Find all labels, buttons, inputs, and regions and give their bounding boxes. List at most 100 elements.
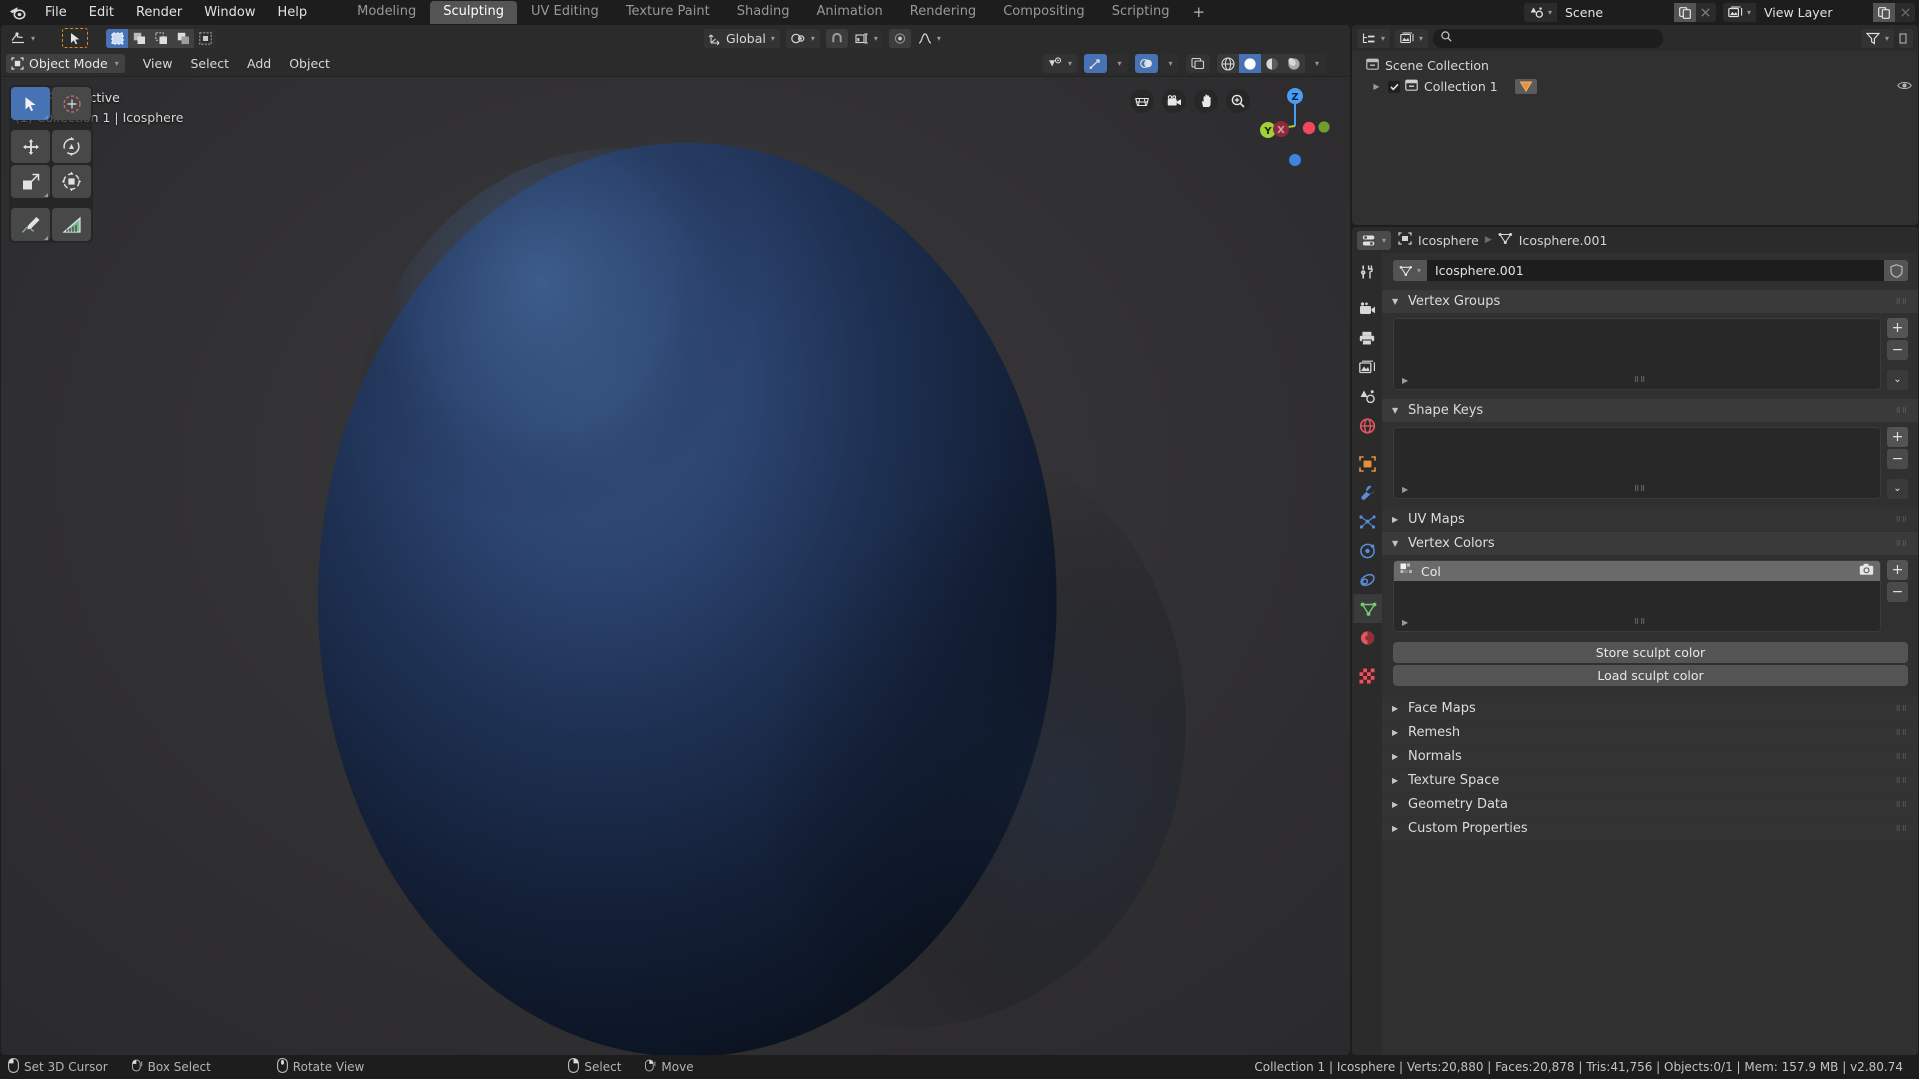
texture-tab[interactable] — [1352, 661, 1382, 690]
blender-logo-icon[interactable] — [0, 5, 34, 20]
vertex-groups-list[interactable]: ▶ ⠿⠿ — [1393, 318, 1881, 390]
list-footer[interactable]: ▶ ⠿⠿ — [1394, 480, 1880, 498]
shape-keys-list[interactable]: ▶ ⠿⠿ — [1393, 427, 1881, 499]
outliner-row-scene-collection[interactable]: Scene Collection — [1352, 55, 1918, 76]
load-sculpt-color-button[interactable]: Load sculpt color — [1393, 665, 1908, 686]
3d-viewport-canvas[interactable]: User Perspective (1) Collection 1 | Icos… — [1, 77, 1350, 1055]
panel-header-normals[interactable]: ▶ Normals ⠿⠿ — [1382, 745, 1918, 768]
mesh-data-triangle-icon[interactable] — [1498, 232, 1513, 248]
remove-vertex-color-button[interactable]: − — [1887, 582, 1908, 602]
data-tab[interactable] — [1352, 594, 1382, 623]
view-layer-icon[interactable]: ▾ — [1395, 28, 1429, 48]
mesh-data-icon[interactable] — [1514, 79, 1537, 94]
shading-rendered-icon[interactable] — [1283, 54, 1305, 73]
menu-window[interactable]: Window — [193, 2, 266, 23]
menu-help[interactable]: Help — [267, 2, 319, 23]
add-vertex-color-button[interactable]: + — [1887, 560, 1908, 580]
list-grip-icon[interactable]: ⠿⠿ — [1634, 376, 1646, 384]
viewport-menu-add[interactable]: Add — [239, 54, 279, 73]
tab-rendering[interactable]: Rendering — [897, 1, 989, 24]
remove-vertex-group-button[interactable]: − — [1887, 340, 1908, 360]
tab-animation[interactable]: Animation — [804, 1, 896, 24]
object-tab[interactable] — [1352, 449, 1382, 478]
tab-sculpting[interactable]: Sculpting — [430, 1, 517, 24]
pivot-point-dropdown[interactable]: ▾ — [785, 28, 820, 48]
menu-file[interactable]: File — [34, 2, 78, 23]
panel-header-face-maps[interactable]: ▶ Face Maps ⠿⠿ — [1382, 697, 1918, 720]
interaction-mode-dropdown[interactable]: Object Mode ▾ — [6, 54, 125, 73]
output-tab[interactable] — [1352, 324, 1382, 353]
view-layer-tab[interactable] — [1352, 353, 1382, 382]
filter-icon[interactable]: ▾ — [1860, 28, 1894, 48]
select-subtract-icon[interactable] — [150, 28, 173, 48]
move-view-icon[interactable] — [1194, 89, 1218, 113]
store-sculpt-color-button[interactable]: Store sculpt color — [1393, 642, 1908, 663]
panel-header-vertex-groups[interactable]: ▼ Vertex Groups ⠿⠿ — [1382, 290, 1918, 313]
panel-header-geometry-data[interactable]: ▶ Geometry Data ⠿⠿ — [1382, 793, 1918, 816]
modifiers-tab[interactable] — [1352, 478, 1382, 507]
close-icon[interactable] — [1695, 3, 1716, 22]
shape-key-specials-button[interactable]: ⌄ — [1887, 479, 1908, 499]
select-invert-icon[interactable] — [172, 28, 195, 48]
vertex-color-list-item[interactable]: Col — [1394, 561, 1880, 581]
list-footer[interactable]: ▶ ⠿⠿ — [1394, 613, 1880, 631]
select-circle-tool[interactable] — [52, 87, 91, 120]
object-icon[interactable] — [1398, 232, 1412, 248]
shading-material-icon[interactable] — [1261, 54, 1283, 73]
close-icon[interactable] — [1895, 3, 1915, 22]
list-expand-icon[interactable]: ▶ — [1402, 618, 1408, 627]
outliner-search-box[interactable] — [1433, 28, 1664, 48]
collection-checkbox[interactable] — [1388, 80, 1400, 93]
view-layer-name[interactable]: View Layer — [1755, 3, 1873, 22]
list-expand-icon[interactable]: ▶ — [1402, 485, 1408, 494]
panel-header-custom-properties[interactable]: ▶ Custom Properties ⠿⠿ — [1382, 817, 1918, 840]
menu-edit[interactable]: Edit — [78, 2, 125, 23]
tab-uv-editing[interactable]: UV Editing — [518, 1, 612, 24]
panel-header-shape-keys[interactable]: ▼ Shape Keys ⠿⠿ — [1382, 399, 1918, 422]
panel-header-texture-space[interactable]: ▶ Texture Space ⠿⠿ — [1382, 769, 1918, 792]
duplicate-icon[interactable] — [1873, 3, 1895, 22]
outliner-more-icon[interactable] — [1899, 28, 1913, 48]
view-axis-gizmo[interactable]: Z Y X — [1254, 85, 1336, 167]
snap-increment-icon[interactable]: ▾ — [849, 28, 883, 48]
physics-tab[interactable] — [1352, 536, 1382, 565]
particles-tab[interactable] — [1352, 507, 1382, 536]
tweak-tool[interactable] — [11, 87, 50, 120]
view-layer-selector[interactable]: ▾ View Layer — [1722, 3, 1915, 22]
vertex-colors-list[interactable]: Col ▶ ⠿⠿ — [1393, 560, 1881, 632]
overlays-icon[interactable] — [1135, 54, 1158, 73]
camera-render-icon[interactable] — [1859, 563, 1874, 579]
panel-header-remesh[interactable]: ▶ Remesh ⠿⠿ — [1382, 721, 1918, 744]
measure-tool[interactable] — [52, 208, 91, 241]
render-tab[interactable] — [1352, 295, 1382, 324]
viewport-menu-view[interactable]: View — [135, 54, 181, 73]
box-select-icon[interactable] — [106, 28, 129, 48]
object-types-visibility-icon[interactable]: ▾ — [1042, 54, 1077, 73]
scale-tool[interactable] — [11, 165, 50, 198]
fake-user-shield-icon[interactable] — [1884, 260, 1908, 281]
add-shape-key-button[interactable]: + — [1887, 427, 1908, 447]
remove-shape-key-button[interactable]: − — [1887, 449, 1908, 469]
smooth-falloff-icon[interactable]: ▾ — [912, 28, 946, 48]
mesh-data-triangle-icon[interactable]: ▾ — [1393, 260, 1427, 281]
list-footer[interactable]: ▶ ⠿⠿ — [1394, 371, 1880, 389]
tab-shading[interactable]: Shading — [724, 1, 803, 24]
list-grip-icon[interactable]: ⠿⠿ — [1634, 618, 1646, 626]
annotate-tool[interactable] — [11, 208, 50, 241]
icosphere-object[interactable] — [1, 77, 1350, 1055]
toggle-xray-icon[interactable] — [1186, 54, 1210, 73]
breadcrumb-object-label[interactable]: Icosphere — [1418, 233, 1479, 248]
view-layer-icon[interactable]: ▾ — [1722, 3, 1755, 22]
shading-wireframe-icon[interactable] — [1217, 54, 1239, 73]
transform-orientation-dropdown[interactable]: Global ▾ — [704, 28, 780, 48]
editor-type-3dview-icon[interactable]: ▾ — [6, 28, 41, 48]
scene-name[interactable]: Scene — [1555, 3, 1674, 22]
tab-modeling[interactable]: Modeling — [344, 1, 429, 24]
outliner-row-collection-1[interactable]: ▶ Collection 1 — [1352, 76, 1918, 97]
disclosure-triangle-icon[interactable]: ▶ — [1370, 82, 1383, 91]
mesh-name-field[interactable]: Icosphere.001 — [1427, 260, 1884, 281]
gizmo-icon[interactable] — [1084, 54, 1107, 73]
scene-tab[interactable] — [1352, 382, 1382, 411]
move-tool[interactable] — [11, 130, 50, 163]
breadcrumb-mesh-label[interactable]: Icosphere.001 — [1519, 233, 1608, 248]
